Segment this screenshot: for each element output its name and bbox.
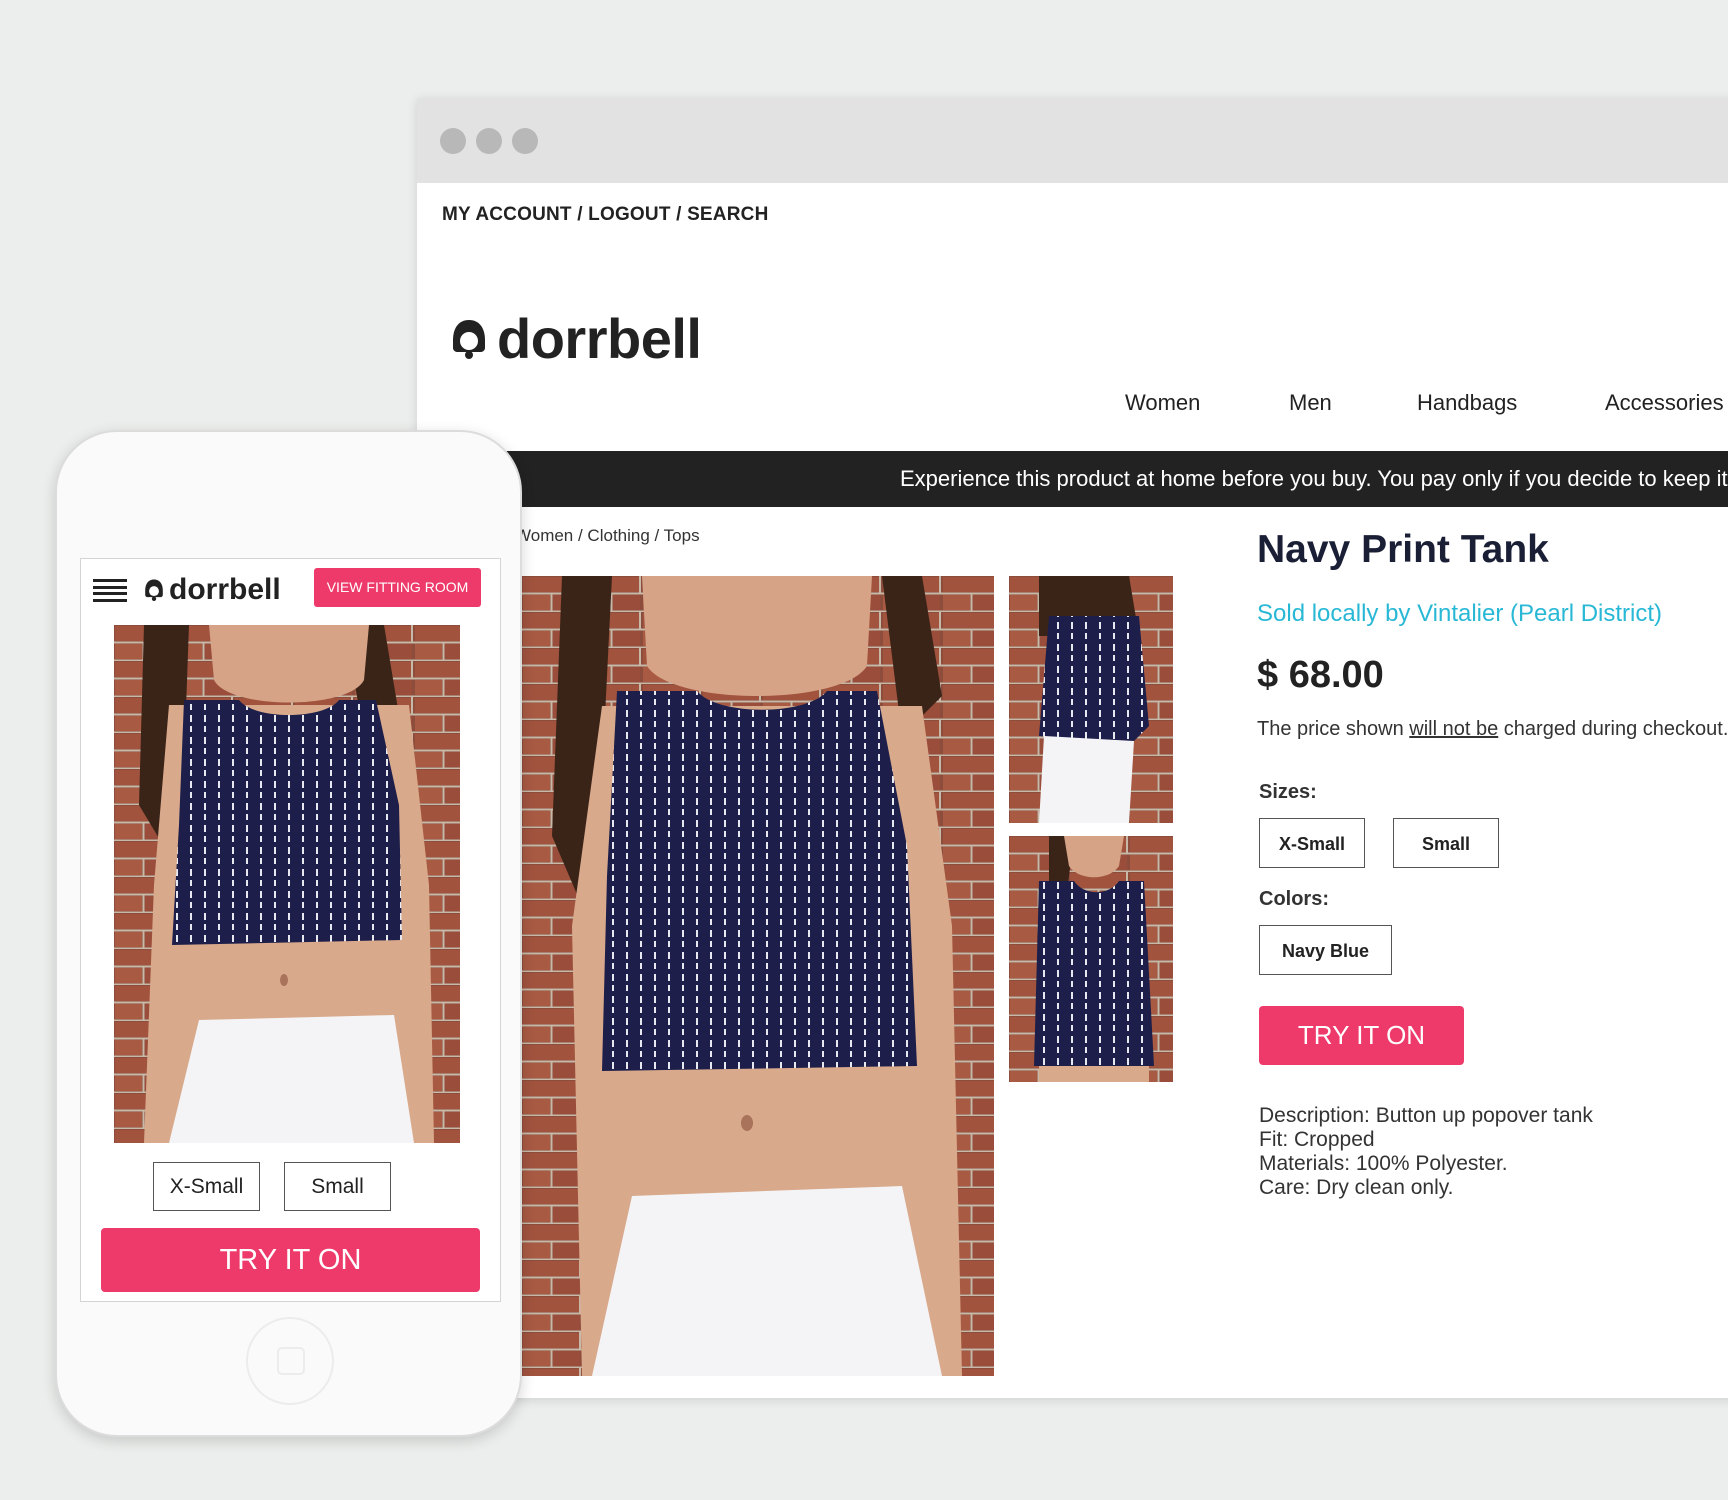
product-price: $ 68.00 xyxy=(1257,654,1384,696)
mobile-product-image xyxy=(114,625,460,1143)
seller-link[interactable]: Sold locally by Vintalier (Pearl Distric… xyxy=(1257,600,1662,628)
brand-logo[interactable]: dorrbell xyxy=(449,306,702,371)
bell-logo-icon xyxy=(453,319,485,359)
window-maximize-dot[interactable] xyxy=(512,128,538,154)
brand-name: dorrbell xyxy=(497,307,702,370)
description-line: Description: Button up popover tank xyxy=(1259,1104,1593,1127)
price-note: The price shown will not be charged duri… xyxy=(1257,718,1728,741)
price-note-pre: The price shown xyxy=(1257,718,1410,740)
materials-line: Materials: 100% Polyester. xyxy=(1259,1152,1508,1175)
size-option-x-small[interactable]: X-Small xyxy=(1259,818,1365,868)
nav-accessories[interactable]: Accessories xyxy=(1605,390,1724,420)
hamburger-menu-icon[interactable] xyxy=(93,579,127,602)
desktop-browser-window: MY ACCOUNT / LOGOUT / SEARCH dorrbell Wo… xyxy=(417,98,1728,1398)
nav-men[interactable]: Men xyxy=(1289,390,1332,420)
mobile-brand-name: dorrbell xyxy=(169,573,281,606)
browser-titlebar xyxy=(417,98,1728,183)
nav-women[interactable]: Women xyxy=(1125,390,1200,420)
try-at-home-banner: Experience this product at home before y… xyxy=(417,451,1728,507)
fit-line: Fit: Cropped xyxy=(1259,1128,1375,1151)
thumbnail-front-view[interactable] xyxy=(1009,836,1173,1082)
price-note-emphasis: will not be xyxy=(1409,718,1499,740)
breadcrumb[interactable]: Women / Clothing / Tops xyxy=(515,526,700,546)
product-title: Navy Print Tank xyxy=(1257,528,1549,571)
care-line: Care: Dry clean only. xyxy=(1259,1176,1454,1199)
colors-label: Colors: xyxy=(1259,888,1329,910)
main-product-image xyxy=(522,576,994,1376)
bell-logo-icon xyxy=(145,579,163,601)
color-option-navy-blue[interactable]: Navy Blue xyxy=(1259,925,1392,975)
mobile-size-small[interactable]: Small xyxy=(284,1162,391,1211)
nav-handbags[interactable]: Handbags xyxy=(1417,390,1517,420)
product-description: Description: Button up popover tank Fit:… xyxy=(1259,1104,1593,1200)
view-fitting-room-button[interactable]: VIEW FITTING ROOM xyxy=(314,568,481,607)
mobile-phone-frame: dorrbell VIEW FITTING ROOM X-Small Small… xyxy=(55,430,522,1437)
sizes-label: Sizes: xyxy=(1259,781,1317,803)
window-minimize-dot[interactable] xyxy=(476,128,502,154)
mobile-size-x-small[interactable]: X-Small xyxy=(153,1162,260,1211)
thumbnail-back-view[interactable] xyxy=(1009,576,1173,823)
home-button[interactable] xyxy=(246,1317,334,1405)
price-note-post: charged during checkout. xyxy=(1498,718,1728,740)
mobile-brand-logo[interactable]: dorrbell xyxy=(143,573,281,607)
account-links[interactable]: MY ACCOUNT / LOGOUT / SEARCH xyxy=(442,204,769,226)
banner-text: Experience this product at home before y… xyxy=(900,466,1728,491)
mobile-try-it-on-button[interactable]: TRY IT ON xyxy=(101,1228,480,1292)
window-close-dot[interactable] xyxy=(440,128,466,154)
size-option-small[interactable]: Small xyxy=(1393,818,1499,868)
mobile-screen: dorrbell VIEW FITTING ROOM X-Small Small… xyxy=(80,558,501,1302)
try-it-on-button[interactable]: TRY IT ON xyxy=(1259,1006,1464,1065)
